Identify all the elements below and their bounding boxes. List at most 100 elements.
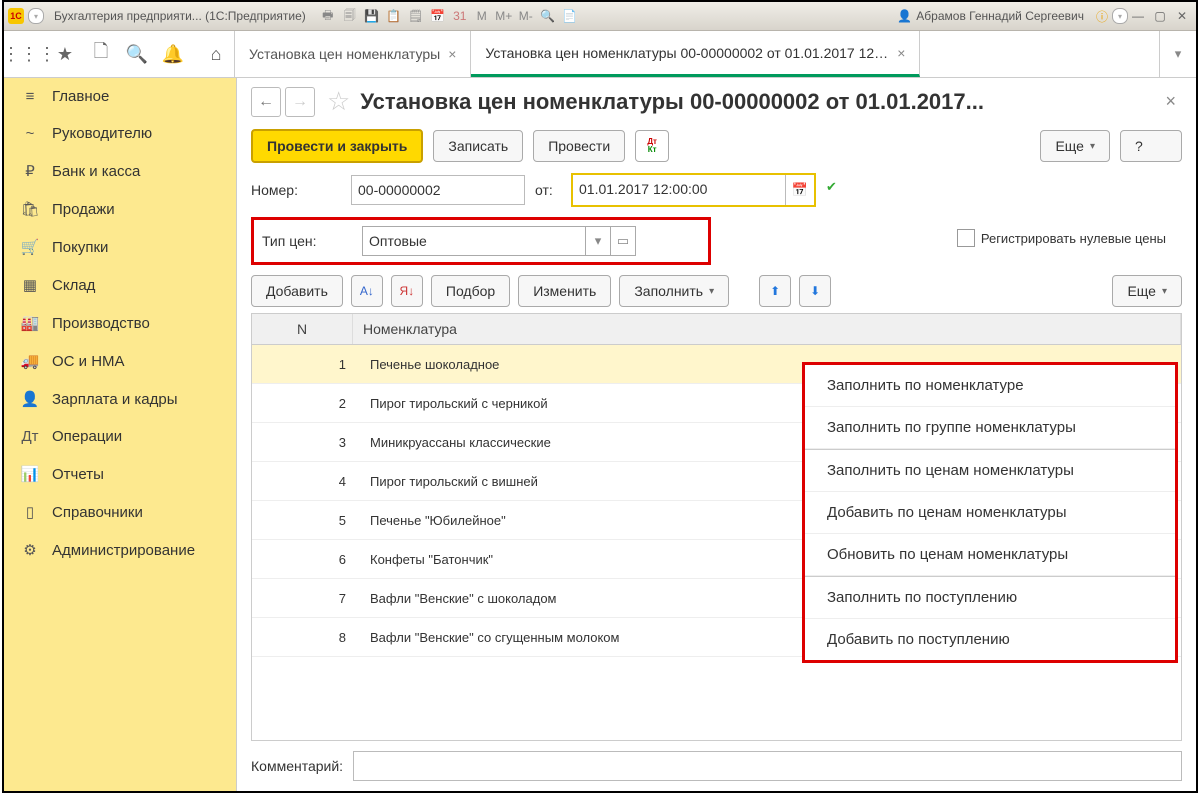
- table-more-button[interactable]: Еще: [1112, 275, 1182, 307]
- sidebar-item[interactable]: ДтОперации: [4, 418, 236, 455]
- sidebar-item[interactable]: ₽Банк и касса: [4, 152, 236, 190]
- move-up-button[interactable]: ⬆: [759, 275, 791, 307]
- sidebar-icon: ~: [20, 125, 40, 142]
- add-button[interactable]: Добавить: [251, 275, 343, 307]
- sidebar-item[interactable]: 🏭Производство: [4, 304, 236, 342]
- post-button[interactable]: Провести: [533, 130, 625, 162]
- current-user[interactable]: 👤 Абрамов Геннадий Сергеевич: [897, 9, 1084, 23]
- register-zero-checkbox[interactable]: [957, 229, 975, 247]
- forward-button[interactable]: →: [285, 87, 315, 117]
- sidebar-item[interactable]: ⚙Администрирование: [4, 531, 236, 569]
- main-toolbar: ⋮⋮⋮ ★ 🗋 🔍 🔔 ⌂ Установка цен номенклатуры…: [4, 31, 1196, 78]
- col-name[interactable]: Номенклатура: [353, 314, 1181, 344]
- help-button[interactable]: ?: [1120, 130, 1182, 162]
- sort-asc-button[interactable]: А↓: [351, 275, 383, 307]
- select-button[interactable]: Подбор: [431, 275, 510, 307]
- tab-close-icon[interactable]: ×: [448, 46, 456, 62]
- bell-icon[interactable]: 🔔: [162, 43, 184, 65]
- sidebar-item[interactable]: ≡Главное: [4, 78, 236, 115]
- col-number[interactable]: N: [252, 314, 353, 344]
- fill-menu-item[interactable]: Заполнить по поступлению: [805, 577, 1175, 619]
- date-input[interactable]: 01.01.2017 12:00:00: [573, 175, 785, 203]
- dropdown-icon[interactable]: ▾: [585, 227, 610, 255]
- document-title: Установка цен номенклатуры 00-00000002 о…: [360, 89, 1159, 115]
- app-title: Бухгалтерия предприяти... (1С:Предприяти…: [54, 9, 306, 23]
- sidebar-item[interactable]: 👤Зарплата и кадры: [4, 380, 236, 418]
- sidebar-icon: 📊: [20, 465, 40, 483]
- apps-icon[interactable]: ⋮⋮⋮: [18, 43, 40, 65]
- change-button[interactable]: Изменить: [518, 275, 611, 307]
- calendar-picker-icon[interactable]: 📅: [785, 175, 814, 205]
- calc-icon[interactable]: 🗒: [406, 7, 426, 25]
- list-icon[interactable]: 📄: [560, 7, 580, 25]
- close-button[interactable]: ✕: [1172, 7, 1192, 25]
- number-input[interactable]: 00-00000002: [351, 175, 525, 205]
- sidebar-icon: ▯: [20, 503, 40, 521]
- fill-menu-item[interactable]: Заполнить по номенклатуре: [805, 365, 1175, 407]
- fill-menu-item[interactable]: Заполнить по группе номенклатуры: [805, 407, 1175, 449]
- zoom-icon[interactable]: 🔍: [538, 7, 558, 25]
- maximize-button[interactable]: ▢: [1150, 7, 1170, 25]
- date-icon[interactable]: 31: [450, 7, 470, 25]
- back-button[interactable]: ←: [251, 87, 281, 117]
- save-icon[interactable]: 💾: [362, 7, 382, 25]
- sidebar-item[interactable]: ▯Справочники: [4, 493, 236, 531]
- sidebar-icon: 🛒: [20, 238, 40, 256]
- fill-menu-item[interactable]: Обновить по ценам номенклатуры: [805, 534, 1175, 576]
- sidebar-icon: ▦: [20, 276, 40, 294]
- sidebar-icon: Дт: [20, 428, 40, 445]
- font-m-icon[interactable]: M: [472, 7, 492, 25]
- price-type-label: Тип цен:: [262, 233, 352, 249]
- comment-input[interactable]: [353, 751, 1182, 781]
- star-icon[interactable]: ★: [54, 43, 76, 65]
- register-zero-label: Регистрировать нулевые цены: [981, 231, 1166, 246]
- preview-icon[interactable]: 🗐: [340, 7, 360, 25]
- font-mminus-icon[interactable]: M-: [516, 7, 536, 25]
- save-button[interactable]: Записать: [433, 130, 523, 162]
- sort-desc-button[interactable]: Я↓: [391, 275, 423, 307]
- sidebar-item[interactable]: 📊Отчеты: [4, 455, 236, 493]
- home-button[interactable]: ⌂: [198, 31, 235, 77]
- favorite-icon[interactable]: ☆: [327, 86, 350, 117]
- date-field[interactable]: 01.01.2017 12:00:00 📅: [571, 173, 816, 207]
- tab-price-setup-doc[interactable]: Установка цен номенклатуры 00-00000002 о…: [471, 31, 920, 77]
- open-icon[interactable]: ▭: [610, 227, 635, 255]
- sidebar-icon: 👤: [20, 390, 40, 408]
- tab-price-setup[interactable]: Установка цен номенклатуры ×: [235, 31, 471, 77]
- minimize-button[interactable]: —: [1128, 7, 1148, 25]
- search-icon[interactable]: 🔍: [126, 43, 148, 65]
- price-type-select[interactable]: Оптовые ▾ ▭: [362, 226, 636, 256]
- post-and-close-button[interactable]: Провести и закрыть: [251, 129, 423, 163]
- sidebar-icon: ≡: [20, 88, 40, 105]
- fill-button[interactable]: Заполнить: [619, 275, 729, 307]
- status-ok-icon[interactable]: ✔: [826, 179, 848, 201]
- sidebar-item[interactable]: 🛍Продажи: [4, 190, 236, 228]
- calendar-icon[interactable]: 📅: [428, 7, 448, 25]
- print-icon[interactable]: 🖶: [318, 7, 338, 25]
- comment-label: Комментарий:: [251, 758, 343, 774]
- tab-close-icon[interactable]: ×: [897, 45, 905, 61]
- dropdown-icon[interactable]: ▾: [28, 8, 44, 24]
- sidebar-item[interactable]: 🚚ОС и НМА: [4, 342, 236, 380]
- close-document-button[interactable]: ×: [1159, 91, 1182, 112]
- fill-menu-item[interactable]: Добавить по ценам номенклатуры: [805, 492, 1175, 534]
- sidebar-icon: ₽: [20, 162, 40, 180]
- copy-icon[interactable]: 📋: [384, 7, 404, 25]
- number-label: Номер:: [251, 182, 341, 198]
- sidebar-item[interactable]: ~Руководителю: [4, 115, 236, 152]
- clipboard-icon[interactable]: 🗋: [90, 43, 112, 65]
- font-mplus-icon[interactable]: M+: [494, 7, 514, 25]
- move-down-button[interactable]: ⬇: [799, 275, 831, 307]
- fill-menu-item[interactable]: Добавить по поступлению: [805, 619, 1175, 660]
- fill-menu-item[interactable]: Заполнить по ценам номенклатуры: [805, 450, 1175, 492]
- app-logo-icon: 1С: [8, 8, 24, 24]
- info-icon[interactable]: ⓘ: [1092, 7, 1112, 25]
- debit-credit-button[interactable]: ДтКт: [635, 130, 669, 162]
- tab-more-button[interactable]: ▾: [1159, 31, 1196, 77]
- window-titlebar: 1С ▾ Бухгалтерия предприяти... (1С:Предп…: [4, 2, 1196, 31]
- more-button[interactable]: Еще: [1040, 130, 1110, 162]
- date-label: от:: [535, 182, 561, 198]
- sidebar-item[interactable]: 🛒Покупки: [4, 228, 236, 266]
- sidebar-item[interactable]: ▦Склад: [4, 266, 236, 304]
- info-dropdown-icon[interactable]: ▾: [1112, 8, 1128, 24]
